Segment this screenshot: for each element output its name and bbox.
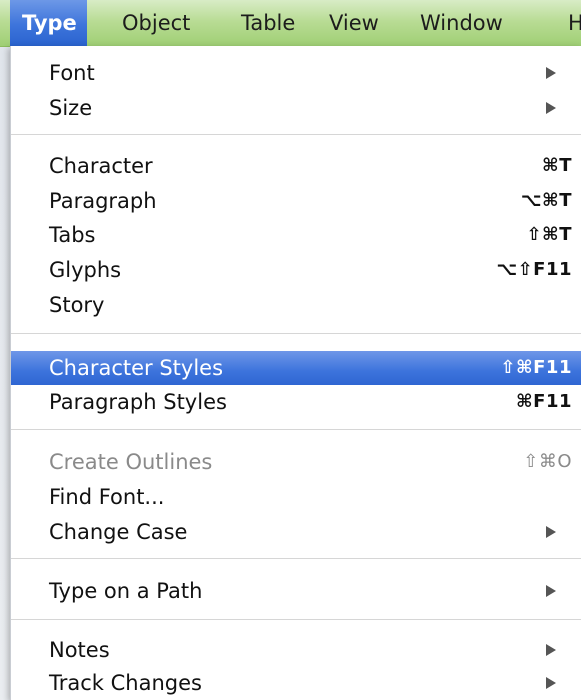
menu-separator [11, 333, 581, 334]
submenu-arrow-icon [546, 677, 556, 689]
menu-window[interactable]: Window [420, 0, 503, 46]
submenu-arrow-icon [546, 67, 556, 79]
menu-item-font[interactable]: Font [11, 56, 581, 90]
menu-table[interactable]: Table [241, 0, 295, 46]
submenu-arrow-icon [546, 526, 556, 538]
menu-item-type-on-a-path[interactable]: Type on a Path [11, 574, 581, 608]
type-menu-dropdown: Font Size Character ⌘T Paragraph ⌥⌘T Tab… [10, 46, 581, 700]
menu-view[interactable]: View [329, 0, 379, 46]
menu-item-shortcut: ⌥⇧F11 [496, 259, 572, 280]
menu-item-label: Tabs [49, 223, 96, 247]
menu-object[interactable]: Object [122, 0, 190, 46]
menu-item-label: Story [49, 293, 105, 317]
menu-item-character-styles[interactable]: Character Styles ⇧⌘F11 [11, 351, 581, 385]
menu-item-story[interactable]: Story [11, 288, 581, 322]
menu-item-paragraph-styles[interactable]: Paragraph Styles ⌘F11 [11, 385, 581, 419]
menu-item-shortcut: ⇧⌘T [526, 224, 572, 245]
menu-item-find-font[interactable]: Find Font... [11, 480, 581, 514]
menu-help[interactable]: H [568, 0, 581, 46]
menu-item-label: Paragraph [49, 189, 157, 213]
menu-item-shortcut: ⇧⌘F11 [500, 357, 572, 378]
menu-item-tabs[interactable]: Tabs ⇧⌘T [11, 218, 581, 252]
submenu-arrow-icon [546, 585, 556, 597]
submenu-arrow-icon [546, 102, 556, 114]
menu-bar: Type Object Table View Window H [0, 0, 581, 47]
menu-item-size[interactable]: Size [11, 91, 581, 125]
menu-item-label: Track Changes [49, 671, 202, 695]
menu-item-character[interactable]: Character ⌘T [11, 149, 581, 183]
menu-item-label: Character Styles [49, 356, 224, 380]
menu-separator [11, 134, 581, 135]
menu-item-create-outlines: Create Outlines ⇧⌘O [11, 445, 581, 479]
menu-item-label: Character [49, 154, 153, 178]
menu-item-label: Type on a Path [49, 579, 203, 603]
menu-item-change-case[interactable]: Change Case [11, 515, 581, 549]
menu-item-label: Change Case [49, 520, 188, 544]
menu-item-paragraph[interactable]: Paragraph ⌥⌘T [11, 184, 581, 218]
menu-separator [11, 619, 581, 620]
menu-item-label: Find Font... [49, 485, 165, 509]
menu-item-label: Create Outlines [49, 450, 213, 474]
menu-separator [11, 429, 581, 430]
menu-item-shortcut: ⌘T [542, 155, 572, 176]
menu-item-label: Glyphs [49, 258, 122, 282]
menu-item-label: Font [49, 61, 95, 85]
menu-item-label: Size [49, 96, 93, 120]
menu-item-shortcut: ⌘F11 [515, 391, 572, 412]
menu-item-glyphs[interactable]: Glyphs ⌥⇧F11 [11, 253, 581, 287]
menu-item-track-changes[interactable]: Track Changes [11, 666, 581, 700]
menu-item-notes[interactable]: Notes [11, 633, 581, 667]
menu-item-label: Paragraph Styles [49, 390, 227, 414]
menu-item-shortcut: ⌥⌘T [520, 190, 572, 211]
submenu-arrow-icon [546, 644, 556, 656]
menu-type[interactable]: Type [10, 0, 87, 46]
menu-item-shortcut: ⇧⌘O [523, 451, 572, 472]
menu-separator [11, 558, 581, 559]
menu-item-label: Notes [49, 638, 110, 662]
